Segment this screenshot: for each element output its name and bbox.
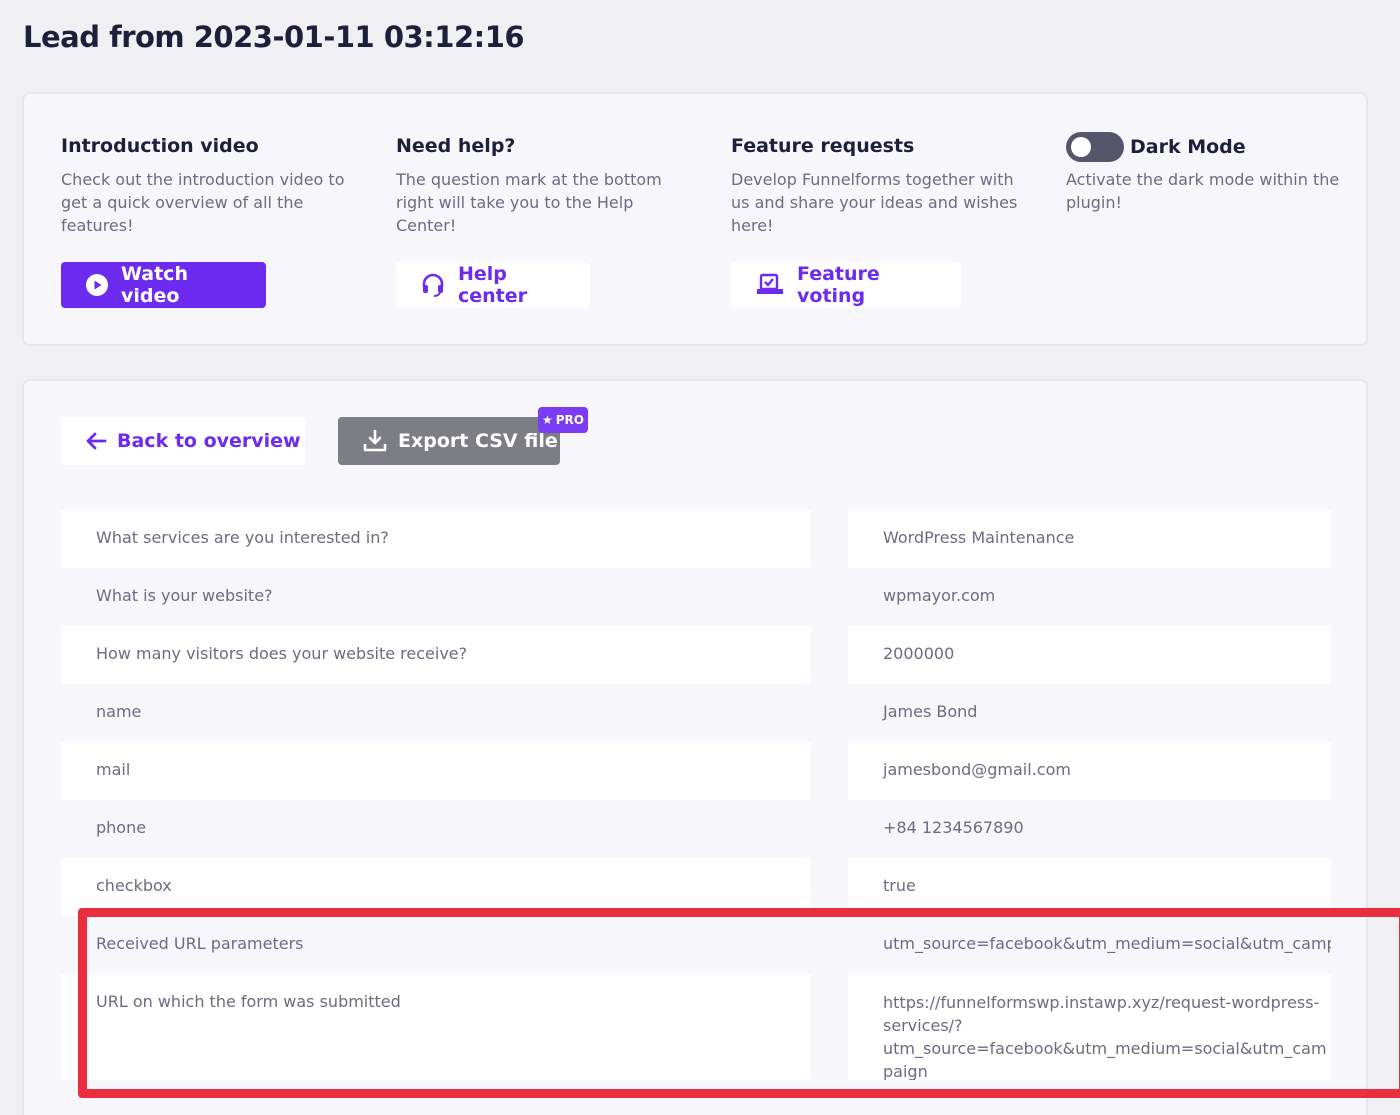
field-question: What services are you interested in? (61, 510, 811, 568)
field-answer: true (848, 858, 1331, 916)
watch-video-label: Watch video (121, 263, 188, 307)
feature-voting-label: Feature voting (797, 263, 880, 307)
feature-voting-button[interactable]: Feature voting (731, 262, 961, 308)
field-question: URL on which the form was submitted (61, 974, 811, 1080)
feature-text: Develop Funnelforms together with us and… (731, 170, 1018, 235)
feature-section: Feature requests Develop Funnelforms tog… (731, 132, 1031, 237)
help-center-label: Help center (458, 263, 528, 307)
back-to-overview-button[interactable]: Back to overview (61, 417, 305, 465)
field-question: mail (61, 742, 811, 800)
table-row: checkbox true (61, 858, 1333, 916)
export-csv-button[interactable]: Export CSV file (338, 417, 560, 465)
field-answer: James Bond (883, 702, 978, 721)
table-row: mail jamesbond@gmail.com (61, 742, 1333, 800)
pro-badge: ★ PRO (538, 407, 588, 433)
info-card: Introduction video Check out the introdu… (22, 92, 1368, 346)
dark-mode-title: Dark Mode (1130, 136, 1246, 158)
feature-title: Feature requests (731, 135, 915, 157)
table-row: name James Bond (61, 684, 1333, 742)
field-question: checkbox (61, 858, 811, 916)
field-answer: WordPress Maintenance (848, 510, 1331, 568)
toggle-knob (1071, 137, 1091, 157)
table-row: What services are you interested in? Wor… (61, 510, 1333, 568)
help-text: The question mark at the bottom right wi… (396, 170, 662, 235)
intro-text: Check out the introduction video to get … (61, 170, 345, 235)
lead-detail-card: Back to overview Export CSV file ★ PRO W… (22, 379, 1368, 1115)
download-icon (363, 429, 387, 452)
back-to-overview-label: Back to overview (117, 430, 301, 452)
field-answer: utm_source=facebook&utm_medium=social&ut… (883, 934, 1331, 953)
watch-video-button[interactable]: Watch video (61, 262, 266, 308)
page-title: Lead from 2023-01-11 03:12:16 (23, 20, 525, 54)
field-answer: +84 1234567890 (883, 818, 1024, 837)
table-row: How many visitors does your website rece… (61, 626, 1333, 684)
table-row: URL on which the form was submitted http… (61, 974, 1333, 1080)
field-answer: 2000000 (848, 626, 1331, 684)
field-question: phone (96, 818, 147, 837)
pro-badge-label: PRO (555, 413, 584, 427)
help-title: Need help? (396, 135, 516, 157)
help-center-button[interactable]: Help center (396, 262, 590, 308)
field-question: name (96, 702, 142, 721)
intro-section: Introduction video Check out the introdu… (61, 132, 361, 237)
table-row: What is your website? wpmayor.com (61, 568, 1333, 626)
help-section: Need help? The question mark at the bott… (396, 132, 696, 237)
vote-icon (757, 273, 783, 294)
dark-mode-section: Dark Mode Activate the dark mode within … (1066, 132, 1366, 214)
arrow-left-icon (86, 432, 107, 450)
play-icon (86, 274, 108, 296)
dark-mode-text: Activate the dark mode within the plugin… (1066, 170, 1340, 212)
field-question: How many visitors does your website rece… (61, 626, 811, 684)
table-row: phone +84 1234567890 (61, 800, 1333, 858)
intro-title: Introduction video (61, 135, 259, 157)
field-answer: https://funnelformswp.instawp.xyz/reques… (848, 974, 1331, 1080)
field-question: Received URL parameters (96, 934, 304, 953)
export-csv-label: Export CSV file (398, 430, 558, 452)
field-answer: jamesbond@gmail.com (848, 742, 1331, 800)
dark-mode-toggle[interactable] (1066, 132, 1124, 162)
star-icon: ★ (541, 413, 553, 427)
field-answer: wpmayor.com (883, 586, 996, 605)
field-question: What is your website? (96, 586, 273, 605)
table-row: Received URL parameters utm_source=faceb… (61, 916, 1333, 974)
headset-icon (422, 273, 444, 297)
